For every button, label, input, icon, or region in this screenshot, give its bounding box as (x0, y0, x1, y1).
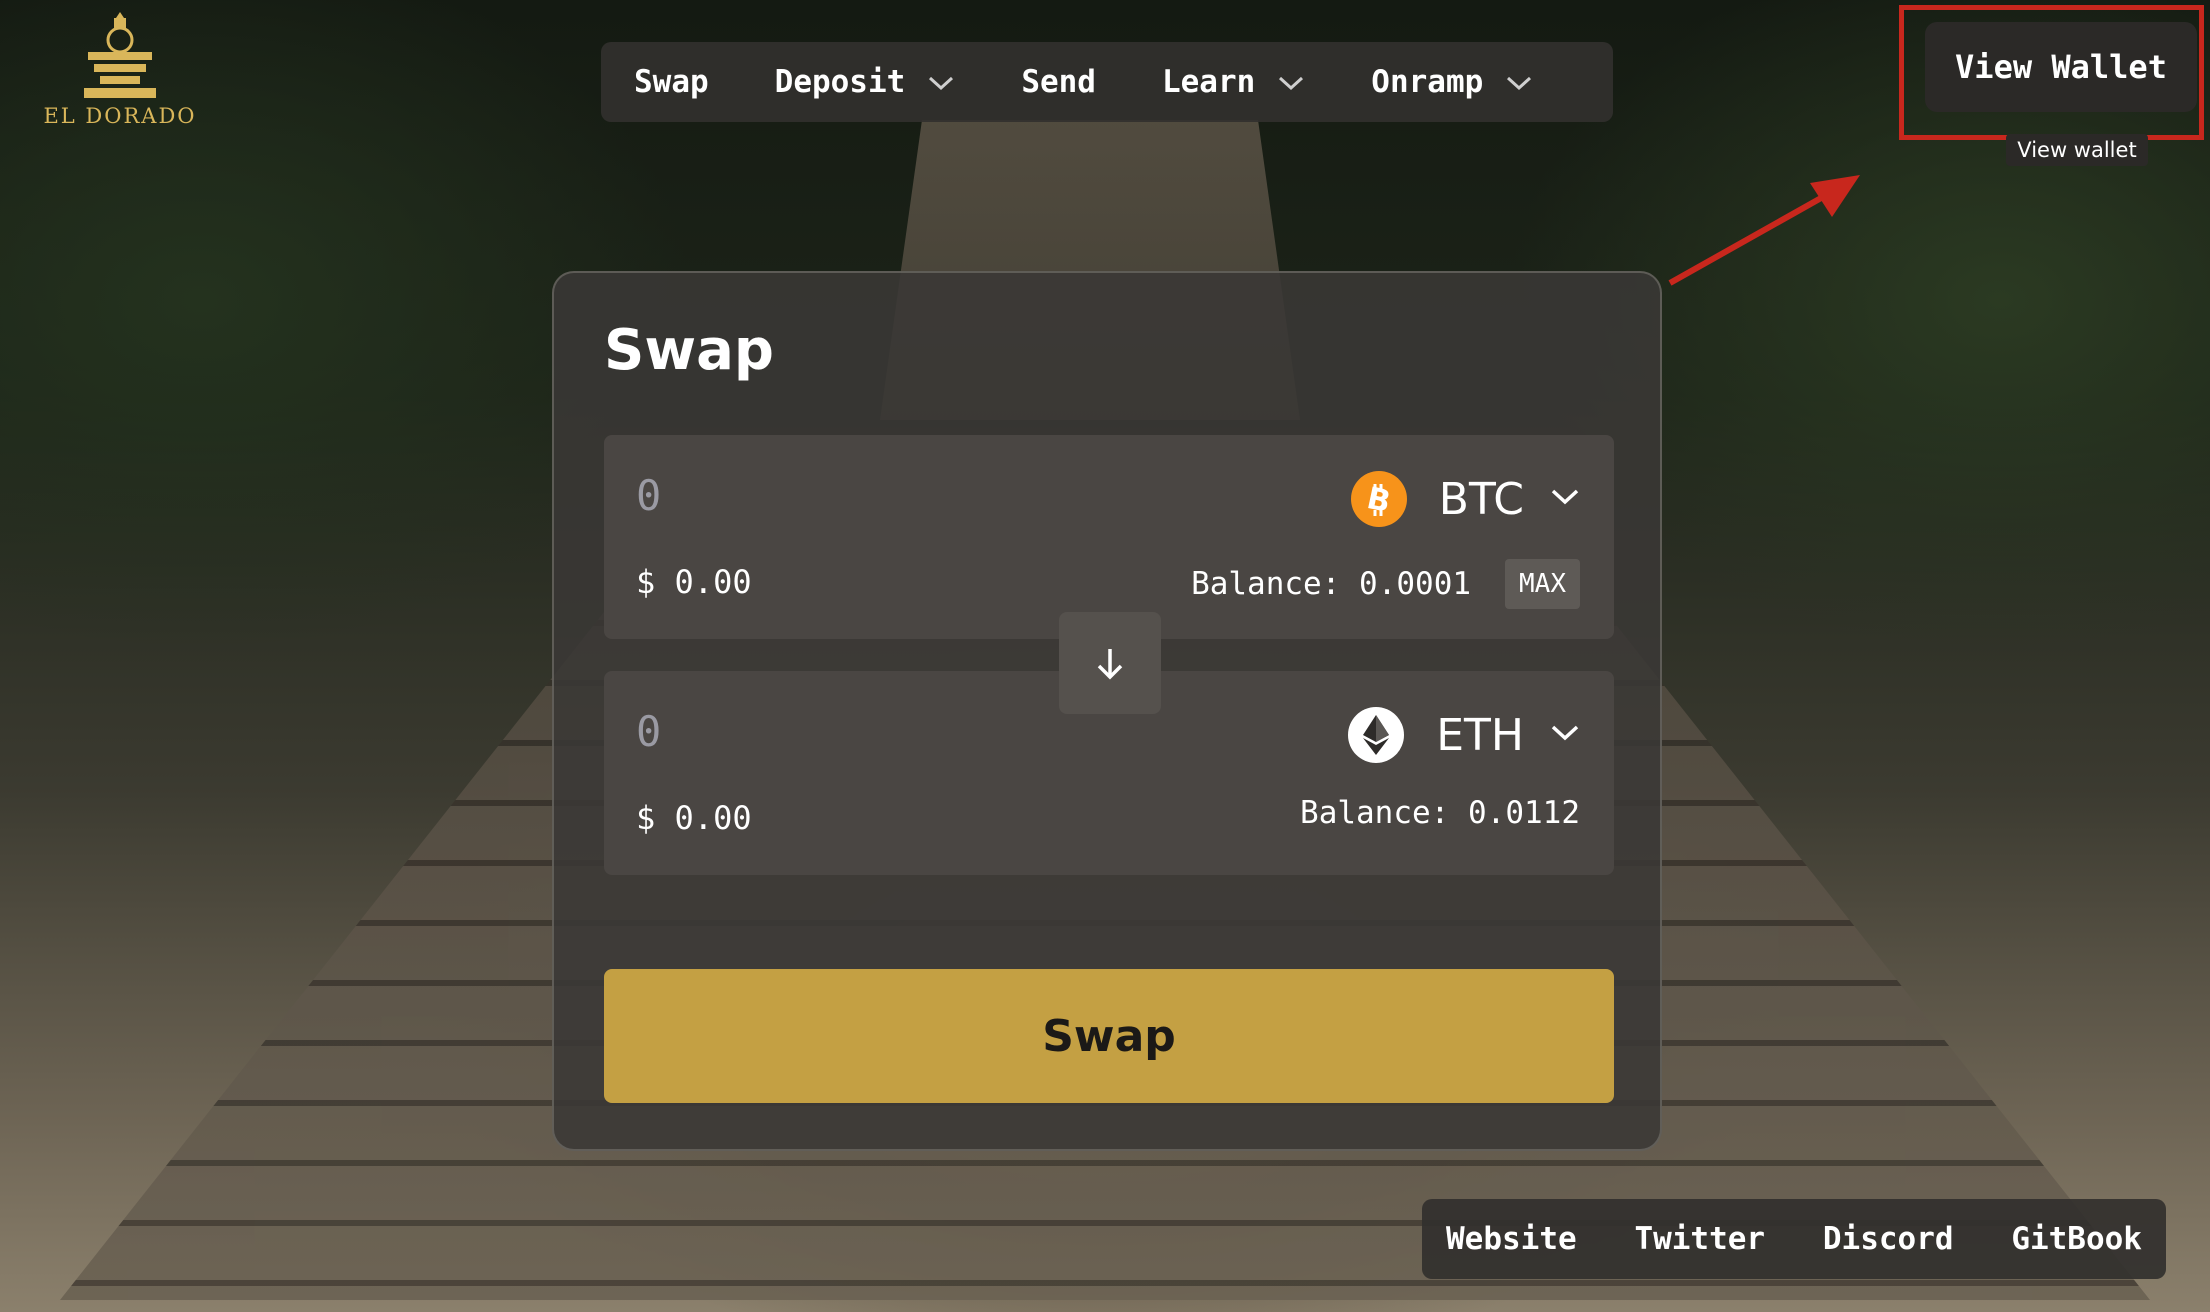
nav-item-learn[interactable]: Learn (1162, 64, 1305, 100)
max-button[interactable]: MAX (1505, 559, 1580, 609)
nav-item-label: Swap (634, 64, 709, 100)
to-token-label: ETH (1436, 709, 1524, 761)
nav-item-onramp[interactable]: Onramp (1371, 64, 1533, 100)
el-dorado-temple-logo-icon (84, 12, 156, 98)
footer-link-website[interactable]: Website (1446, 1221, 1577, 1257)
footer-link-twitter[interactable]: Twitter (1634, 1221, 1765, 1257)
to-amount-input[interactable]: 0 (636, 707, 661, 756)
top-navigation: Swap Deposit Send Learn Onramp (601, 42, 1613, 122)
swap-card-title: Swap (604, 318, 774, 383)
from-token-selector[interactable]: B BTC (1350, 471, 1580, 527)
from-usd-value: $ 0.00 (636, 563, 752, 601)
chevron-down-icon (1550, 487, 1580, 511)
from-amount-input[interactable]: 0 (636, 471, 661, 520)
switch-tokens-button[interactable] (1059, 612, 1161, 714)
swap-card: Swap 0 $ 0.00 B BTC Balance: 0.0001 MAX … (552, 271, 1662, 1151)
annotation-arrow-icon (1668, 175, 1860, 286)
brand-name: EL DORADO (43, 104, 197, 128)
footer-link-gitbook[interactable]: GitBook (2011, 1221, 2142, 1257)
nav-item-swap[interactable]: Swap (634, 64, 709, 100)
to-balance: Balance: 0.0112 (1300, 795, 1580, 831)
nav-item-label: Onramp (1371, 64, 1484, 100)
swap-from-panel: 0 $ 0.00 B BTC Balance: 0.0001 MAX (604, 435, 1614, 639)
arrow-down-icon (1097, 649, 1123, 680)
nav-item-deposit[interactable]: Deposit (775, 64, 956, 100)
to-balance-row: Balance: 0.0112 (1300, 795, 1580, 831)
to-usd-value: $ 0.00 (636, 799, 752, 837)
footer-link-discord[interactable]: Discord (1823, 1221, 1954, 1257)
from-token-label: BTC (1438, 473, 1524, 525)
brand-logo[interactable]: EL DORADO (40, 12, 200, 142)
nav-item-label: Learn (1161, 64, 1256, 100)
bitcoin-icon: B (1350, 471, 1407, 527)
to-token-selector[interactable]: ETH (1348, 707, 1580, 763)
nav-item-send[interactable]: Send (1021, 64, 1096, 100)
chevron-down-icon (927, 64, 955, 100)
svg-text:B: B (1364, 481, 1394, 517)
view-wallet-tooltip: View wallet (2006, 134, 2148, 166)
ethereum-icon (1348, 707, 1405, 763)
wallet-highlight-box (1899, 5, 2204, 140)
from-balance: Balance: 0.0001 (1191, 566, 1472, 602)
footer-links: Website Twitter Discord GitBook (1422, 1199, 2166, 1279)
chevron-down-icon (1505, 64, 1533, 100)
chevron-down-icon (1277, 64, 1305, 100)
nav-item-label: Send (1021, 64, 1096, 100)
nav-item-label: Deposit (774, 64, 906, 100)
swap-submit-button[interactable]: Swap (604, 969, 1614, 1103)
from-balance-row: Balance: 0.0001 MAX (1191, 559, 1580, 609)
chevron-down-icon (1550, 723, 1580, 747)
